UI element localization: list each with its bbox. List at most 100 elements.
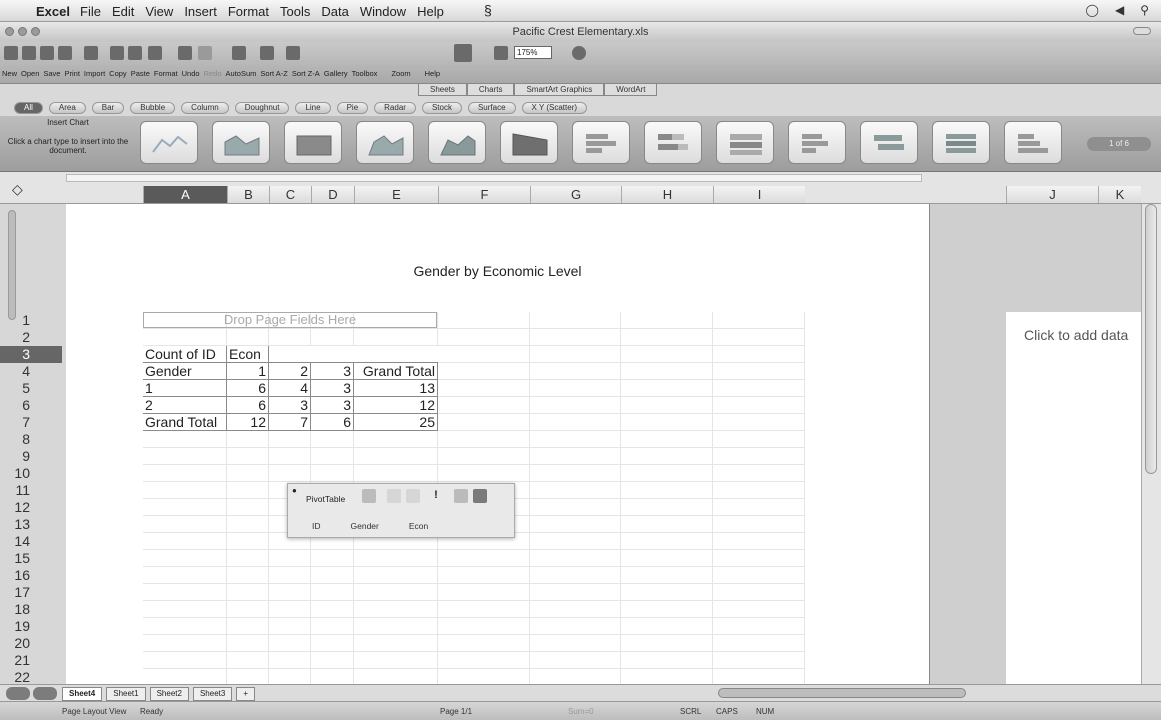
cell[interactable] (713, 380, 805, 397)
cell[interactable] (311, 652, 354, 669)
cell[interactable] (621, 516, 713, 533)
cell[interactable] (713, 567, 805, 584)
cell[interactable] (621, 465, 713, 482)
toolbox-icon[interactable] (494, 46, 508, 60)
cell[interactable] (530, 380, 621, 397)
3d-stacked-area-thumbnail-icon[interactable] (428, 121, 486, 164)
cell[interactable] (354, 431, 438, 448)
pivottable-menu-button[interactable]: PivotTable (306, 494, 345, 504)
cell[interactable] (713, 652, 805, 669)
spotlight-toggle-icon[interactable]: ◯ (1086, 3, 1099, 17)
chart-type-line[interactable]: Line (295, 102, 331, 114)
cell[interactable] (713, 584, 805, 601)
cell[interactable] (354, 584, 438, 601)
import-icon[interactable] (84, 46, 98, 60)
cell[interactable] (621, 567, 713, 584)
hide-detail-icon[interactable] (387, 489, 401, 503)
cell[interactable] (354, 329, 438, 346)
chart-type-column[interactable]: Column (181, 102, 229, 114)
chart-type-all[interactable]: All (14, 102, 43, 114)
cell[interactable] (438, 312, 530, 329)
cell[interactable] (227, 499, 269, 516)
row-header-4[interactable]: 4 (0, 363, 62, 380)
cell[interactable] (227, 618, 269, 635)
cell[interactable] (621, 363, 713, 380)
menu-view[interactable]: View (145, 4, 173, 19)
cell[interactable] (143, 635, 227, 652)
cell[interactable] (269, 635, 311, 652)
add-data-hint[interactable]: Click to add data (1024, 327, 1128, 343)
chart-type-bubble[interactable]: Bubble (130, 102, 176, 114)
column-header-f[interactable]: F (438, 186, 530, 203)
pivot-cell[interactable]: 6 (311, 414, 354, 431)
column-header-a[interactable]: A (143, 186, 227, 203)
menu-format[interactable]: Format (228, 4, 269, 19)
field-list-icon[interactable] (473, 489, 487, 503)
cell[interactable] (530, 346, 621, 363)
cell[interactable] (227, 448, 269, 465)
cell[interactable] (621, 482, 713, 499)
cell[interactable] (227, 550, 269, 567)
cell[interactable] (530, 550, 621, 567)
menu-file[interactable]: File (80, 4, 101, 19)
cell[interactable] (621, 618, 713, 635)
toolbar-toggle-icon[interactable] (1133, 27, 1151, 35)
cell[interactable] (143, 516, 227, 533)
menu-window[interactable]: Window (360, 4, 406, 19)
pivot-cell[interactable]: 7 (269, 414, 311, 431)
field-settings-icon[interactable] (454, 489, 468, 503)
pivot-cell[interactable]: Gender (143, 363, 227, 380)
horizontal-scrollbar[interactable] (718, 688, 966, 698)
cell[interactable] (438, 465, 530, 482)
cell[interactable] (143, 550, 227, 567)
menu-insert[interactable]: Insert (184, 4, 217, 19)
pivot-cell[interactable]: 1 (227, 363, 269, 380)
cell[interactable] (269, 550, 311, 567)
tab-smartart[interactable]: SmartArt Graphics (514, 84, 605, 96)
column-header-j[interactable]: J (1006, 186, 1098, 203)
sheet-tab-sheet2[interactable]: Sheet2 (149, 687, 189, 701)
cell[interactable] (354, 618, 438, 635)
normal-view-icon[interactable] (6, 687, 30, 700)
row-header-5[interactable]: 5 (0, 380, 62, 397)
cell[interactable] (713, 329, 805, 346)
cell[interactable] (713, 635, 805, 652)
tab-wordart[interactable]: WordArt (604, 84, 658, 96)
pivot-cell[interactable]: 13 (354, 380, 438, 397)
3d-area-thumbnail-icon[interactable] (356, 121, 414, 164)
cell[interactable] (530, 533, 621, 550)
cell[interactable] (438, 550, 530, 567)
cell[interactable] (621, 346, 713, 363)
chart-type-scatter[interactable]: X Y (Scatter) (521, 102, 588, 114)
cell[interactable] (621, 584, 713, 601)
cell[interactable] (143, 431, 227, 448)
cell[interactable] (311, 601, 354, 618)
cell[interactable] (227, 601, 269, 618)
pivot-cell[interactable]: 3 (311, 380, 354, 397)
pivot-cell[interactable]: Econ (227, 346, 269, 363)
cell[interactable] (438, 652, 530, 669)
cell[interactable] (311, 448, 354, 465)
menu-edit[interactable]: Edit (112, 4, 134, 19)
cell[interactable] (530, 448, 621, 465)
column-header-g[interactable]: G (530, 186, 621, 203)
chart-type-pie[interactable]: Pie (336, 102, 369, 114)
pivot-cell[interactable]: 12 (354, 397, 438, 414)
cell[interactable] (530, 397, 621, 414)
cell[interactable] (530, 635, 621, 652)
3d-bar-thumbnail-icon[interactable] (788, 121, 846, 164)
cell[interactable] (269, 601, 311, 618)
row-header-11[interactable]: 11 (0, 482, 62, 499)
pivot-cell[interactable]: Count of ID (143, 346, 227, 363)
row-header-9[interactable]: 9 (0, 448, 62, 465)
app-name[interactable]: Excel (36, 4, 70, 19)
column-header-c[interactable]: C (269, 186, 311, 203)
close-toolbar-icon[interactable]: ● (292, 486, 297, 495)
pivot-cell[interactable]: Grand Total (143, 414, 227, 431)
cell[interactable] (227, 567, 269, 584)
cell[interactable] (713, 346, 805, 363)
cell[interactable] (621, 652, 713, 669)
cell[interactable] (311, 329, 354, 346)
row-header-15[interactable]: 15 (0, 550, 62, 567)
cell[interactable] (227, 431, 269, 448)
